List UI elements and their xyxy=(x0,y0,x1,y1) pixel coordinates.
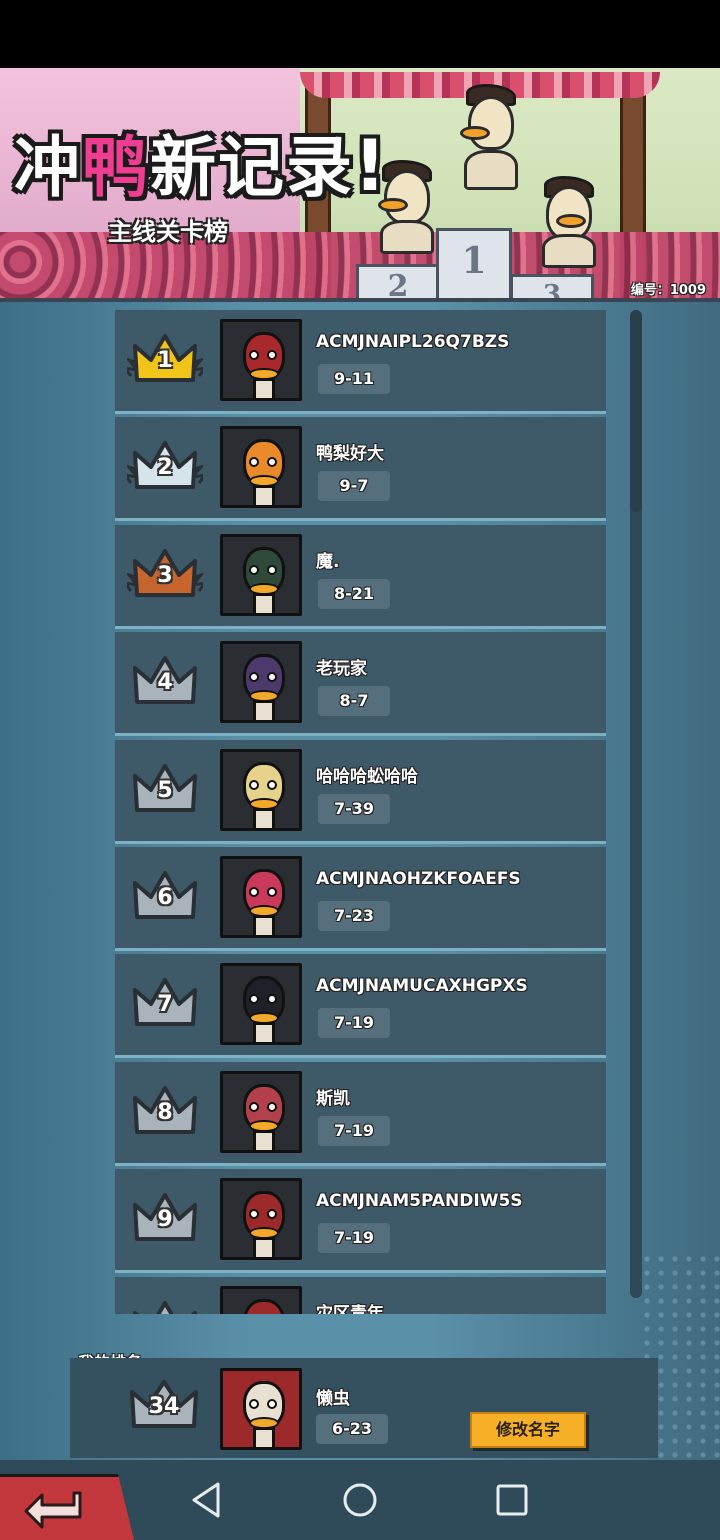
crown-icon: 9 xyxy=(127,1187,203,1253)
circle-home-icon[interactable] xyxy=(336,1476,384,1524)
rank-number: 9 xyxy=(157,1207,173,1233)
leaderboard-list[interactable]: 1 ACMJNAIPL26Q7BZS 9-11 2 鸭梨好大 9-7 3 魔. 8-21 4 老玩家… xyxy=(115,310,606,1314)
crown-icon: 4 xyxy=(127,650,203,716)
crown-icon: 10 xyxy=(127,1295,203,1314)
my-rank-number: 34 xyxy=(148,1394,180,1419)
player-name: 鸭梨好大 xyxy=(316,444,384,465)
player-avatar xyxy=(220,426,302,509)
score-badge: 9-7 xyxy=(318,471,390,502)
player-avatar xyxy=(220,319,302,401)
leaderboard-row[interactable]: 5 哈哈哈蚣哈哈 7-39 xyxy=(115,739,606,844)
leaderboard-row[interactable]: 10 灾区青年 xyxy=(115,1276,606,1314)
leaderboard-row[interactable]: 1 ACMJNAIPL26Q7BZS 9-11 xyxy=(115,310,606,414)
crown-icon: 34 xyxy=(126,1374,202,1440)
leaderboard-row[interactable]: 3 魔. 8-21 xyxy=(115,524,606,629)
podium-first: 1 xyxy=(436,228,512,302)
player-name: ACMJNAMUCAXHGPXS xyxy=(316,976,528,997)
crown-icon: 3 xyxy=(127,543,203,609)
player-avatar xyxy=(220,748,302,831)
score-badge: 8-21 xyxy=(318,578,390,609)
player-name: 魔. xyxy=(316,551,340,572)
rank-number: 6 xyxy=(157,885,173,910)
crown-icon: 8 xyxy=(127,1080,203,1146)
rank-number: 7 xyxy=(157,992,173,1018)
leaderboard-row[interactable]: 7 ACMJNAMUCAXHGPXS 7-19 xyxy=(115,954,606,1059)
rename-button[interactable]: 修改名字 xyxy=(470,1412,586,1448)
crown-icon: 5 xyxy=(127,758,203,824)
player-avatar xyxy=(220,856,302,938)
crown-icon: 1 xyxy=(127,328,203,394)
score-badge: 9-11 xyxy=(318,364,390,394)
rank-number: 4 xyxy=(157,670,173,696)
crown-icon: 6 xyxy=(127,865,203,931)
my-score-badge: 6-23 xyxy=(316,1414,388,1444)
leaderboard-row[interactable]: 8 斯凯 7-19 xyxy=(115,1061,606,1166)
leaderboard-row[interactable]: 2 鸭梨好大 9-7 xyxy=(115,417,606,522)
player-name: 老玩家 xyxy=(316,659,367,680)
player-avatar xyxy=(220,1070,302,1153)
rank-number: 1 xyxy=(157,348,173,373)
crown-icon: 2 xyxy=(127,435,203,501)
scrollbar-thumb[interactable] xyxy=(630,310,642,512)
square-recent-icon[interactable] xyxy=(488,1476,536,1524)
player-avatar xyxy=(220,1285,302,1314)
my-rank-card: 34 懒虫 6-23 修改名字 xyxy=(70,1358,658,1458)
return-button[interactable] xyxy=(0,1474,134,1540)
banner-id-label: 编号：1009 xyxy=(630,283,706,298)
player-name: 哈哈哈蚣哈哈 xyxy=(316,766,418,787)
rank-number: 8 xyxy=(157,1099,173,1125)
score-badge: 8-7 xyxy=(318,686,390,717)
score-badge: 7-19 xyxy=(318,1115,390,1146)
score-badge: 7-39 xyxy=(318,793,390,824)
leaderboard-row[interactable]: 4 老玩家 8-7 xyxy=(115,632,606,737)
podium-second: 2 xyxy=(356,264,440,302)
banner-subtitle: 主线关卡榜 xyxy=(108,218,228,246)
player-name: 斯凯 xyxy=(316,1088,350,1109)
banner-title: 冲鸭新记录! xyxy=(14,125,388,207)
player-avatar xyxy=(220,641,302,724)
player-avatar xyxy=(220,1178,302,1261)
my-name: 懒虫 xyxy=(316,1389,350,1409)
score-badge: 7-19 xyxy=(318,1008,390,1039)
status-bar xyxy=(0,0,720,68)
leaderboard-row[interactable]: 6 ACMJNAOHZKFOAEFS 7-23 xyxy=(115,847,606,951)
crown-icon: 7 xyxy=(127,972,203,1038)
scrollbar-track[interactable] xyxy=(630,310,642,1298)
player-name: 灾区青年 xyxy=(316,1303,384,1314)
player-name: ACMJNAOHZKFOAEFS xyxy=(316,869,521,889)
player-avatar xyxy=(220,963,302,1046)
my-avatar xyxy=(220,1368,302,1450)
player-name: ACMJNAM5PANDIW5S xyxy=(316,1191,523,1212)
score-badge: 7-19 xyxy=(318,1223,390,1254)
player-avatar xyxy=(220,533,302,616)
banner: 2 1 3 冲鸭新记录! 主线关卡榜 编号：1009 xyxy=(0,68,720,302)
rank-number: 3 xyxy=(157,562,173,588)
leaderboard-panel: 1 ACMJNAIPL26Q7BZS 9-11 2 鸭梨好大 9-7 3 魔. 8-21 4 老玩家… xyxy=(0,302,720,1460)
player-name: ACMJNAIPL26Q7BZS xyxy=(316,332,510,352)
return-arrow-icon xyxy=(24,1491,82,1529)
rank-number: 2 xyxy=(157,455,173,481)
score-badge: 7-23 xyxy=(318,901,390,931)
leaderboard-row[interactable]: 9 ACMJNAM5PANDIW5S 7-19 xyxy=(115,1169,606,1274)
triangle-back-icon[interactable] xyxy=(182,1476,230,1524)
rank-number: 5 xyxy=(157,777,173,803)
